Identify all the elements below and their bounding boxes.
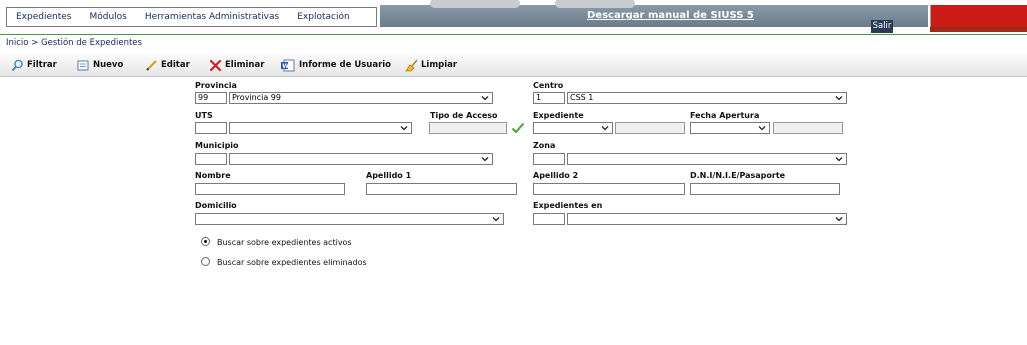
- domicilio-label: Domicilio: [195, 201, 237, 210]
- nombre-input[interactable]: [195, 183, 345, 195]
- expediente-label: Expediente: [533, 111, 584, 120]
- zona-code-input[interactable]: [533, 153, 565, 165]
- user-report-label: Informe de Usuario: [299, 60, 392, 70]
- chevron-down-icon: [481, 96, 489, 101]
- edit-label: Editar: [161, 60, 190, 70]
- pencil-icon: [145, 59, 158, 72]
- apellido1-input[interactable]: [366, 183, 517, 195]
- clear-label: Limpiar: [421, 60, 458, 70]
- provincia-select-value: Provincia 99: [232, 93, 281, 102]
- check-icon: [511, 122, 525, 134]
- radio-active-records[interactable]: [201, 237, 210, 246]
- main-menu: Expedientes Módulos Herramientas Adminis…: [6, 7, 377, 27]
- centro-code-input[interactable]: 1: [533, 92, 565, 104]
- centro-select[interactable]: CSS 1: [567, 92, 847, 104]
- radio-deleted-records[interactable]: [201, 257, 210, 266]
- header-divider: [0, 34, 1027, 35]
- clear-button[interactable]: Limpiar: [405, 58, 457, 72]
- provincia-select[interactable]: Provincia 99: [229, 92, 493, 104]
- chevron-down-icon: [835, 96, 843, 101]
- centro-select-value: CSS 1: [570, 93, 594, 102]
- domicilio-select[interactable]: [195, 213, 504, 225]
- breadcrumb[interactable]: Inicio > Gestión de Expedientes: [6, 38, 142, 48]
- menu-item-explotacion[interactable]: Explotación: [288, 12, 358, 22]
- municipio-code-input[interactable]: [195, 153, 227, 165]
- new-button[interactable]: Nuevo: [77, 58, 123, 72]
- eraser-broom-icon: [405, 58, 418, 72]
- menu-item-expedientes[interactable]: Expedientes: [7, 12, 80, 22]
- magnifier-icon: [11, 59, 24, 72]
- expedientes-en-code-input[interactable]: [533, 213, 565, 225]
- menu-item-modulos[interactable]: Módulos: [80, 12, 135, 22]
- centro-label: Centro: [533, 81, 564, 90]
- radio-active-records-label[interactable]: Buscar sobre expedientes activos: [217, 238, 352, 247]
- word-document-icon: W: [280, 59, 296, 72]
- municipio-label: Municipio: [195, 141, 239, 150]
- filter-button[interactable]: Filtrar: [11, 58, 57, 72]
- download-manual-link[interactable]: Descargar manual de SIUSS 5: [587, 10, 754, 21]
- zona-select[interactable]: [567, 153, 847, 165]
- provincia-code-input[interactable]: 99: [195, 92, 227, 104]
- apellido2-label: Apellido 2: [533, 171, 579, 180]
- new-label: Nuevo: [93, 60, 124, 70]
- menu-item-herramientas[interactable]: Herramientas Administrativas: [136, 12, 288, 22]
- zona-label: Zona: [533, 141, 556, 150]
- fecha-apertura-label: Fecha Apertura: [690, 111, 760, 120]
- fecha-apertura-select[interactable]: [690, 122, 770, 134]
- tipo-acceso-field: [429, 122, 507, 134]
- delete-button[interactable]: Eliminar: [209, 58, 264, 72]
- delete-label: Eliminar: [225, 60, 265, 70]
- tipo-acceso-label: Tipo de Acceso: [430, 111, 498, 120]
- filter-label: Filtrar: [27, 60, 57, 70]
- expediente-number-field[interactable]: [615, 122, 685, 134]
- fecha-apertura-field[interactable]: [773, 122, 843, 134]
- uts-label: UTS: [195, 111, 213, 120]
- brand-underline: [930, 27, 1027, 32]
- apellido2-input[interactable]: [533, 183, 685, 195]
- expedientes-en-select[interactable]: [567, 213, 847, 225]
- logout-button[interactable]: Salir: [871, 20, 893, 33]
- edit-button[interactable]: Editar: [145, 58, 190, 72]
- dni-input[interactable]: [690, 183, 840, 195]
- municipio-select[interactable]: [229, 153, 493, 165]
- chevron-down-icon: [835, 157, 843, 162]
- user-report-button[interactable]: W Informe de Usuario: [280, 58, 391, 72]
- delete-x-icon: [209, 59, 222, 72]
- chevron-down-icon: [835, 217, 843, 222]
- chevron-down-icon: [758, 126, 766, 131]
- new-document-icon: [77, 59, 90, 72]
- nombre-label: Nombre: [195, 171, 231, 180]
- expediente-select[interactable]: [533, 122, 613, 134]
- chevron-down-icon: [481, 157, 489, 162]
- provincia-label: Provincia: [195, 81, 237, 90]
- chevron-down-icon: [601, 126, 609, 131]
- brand-logo: [930, 5, 1027, 27]
- uts-select[interactable]: [229, 122, 412, 134]
- svg-text:W: W: [282, 63, 289, 70]
- dni-label: D.N.I/N.I.E/Pasaporte: [690, 171, 786, 180]
- apellido1-label: Apellido 1: [366, 171, 412, 180]
- chevron-down-icon: [400, 126, 408, 131]
- chevron-down-icon: [492, 217, 500, 222]
- radio-deleted-records-label[interactable]: Buscar sobre expedientes eliminados: [217, 258, 367, 267]
- uts-code-input[interactable]: [195, 122, 227, 134]
- expedientes-en-label: Expedientes en: [533, 201, 603, 210]
